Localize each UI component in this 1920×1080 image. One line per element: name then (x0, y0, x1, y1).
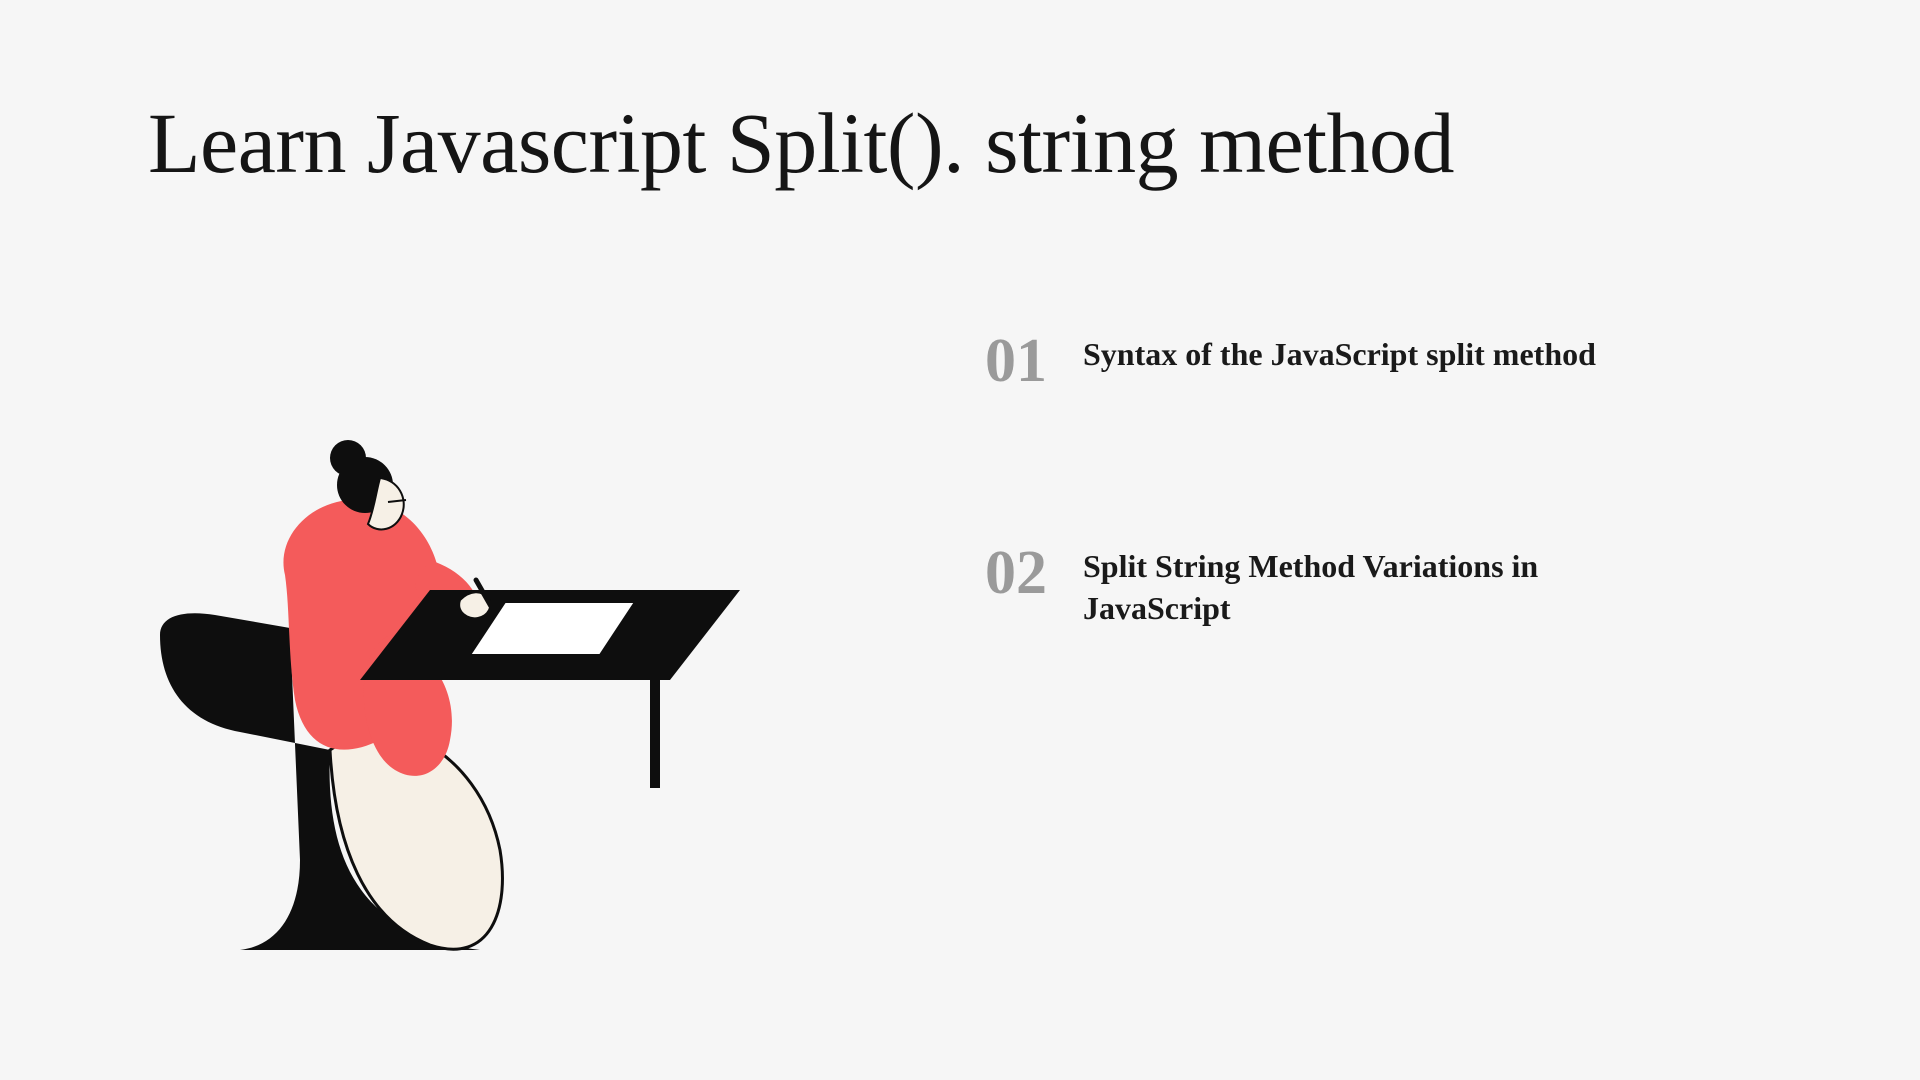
title-text: Learn Javascript Split(). string method (148, 95, 1454, 191)
person-writing-illustration (130, 440, 750, 980)
toc-number: 02 (985, 542, 1047, 604)
toc-label: Syntax of the JavaScript split method (1083, 330, 1596, 376)
page-title: Learn Javascript Split(). string method (148, 95, 1454, 191)
table-of-contents: 01 Syntax of the JavaScript split method… (985, 330, 1605, 779)
toc-number: 01 (985, 330, 1047, 392)
toc-label: Split String Method Variations in JavaSc… (1083, 542, 1605, 629)
toc-item: 01 Syntax of the JavaScript split method (985, 330, 1605, 392)
toc-item: 02 Split String Method Variations in Jav… (985, 542, 1605, 629)
slide: Learn Javascript Split(). string method … (0, 0, 1920, 1080)
